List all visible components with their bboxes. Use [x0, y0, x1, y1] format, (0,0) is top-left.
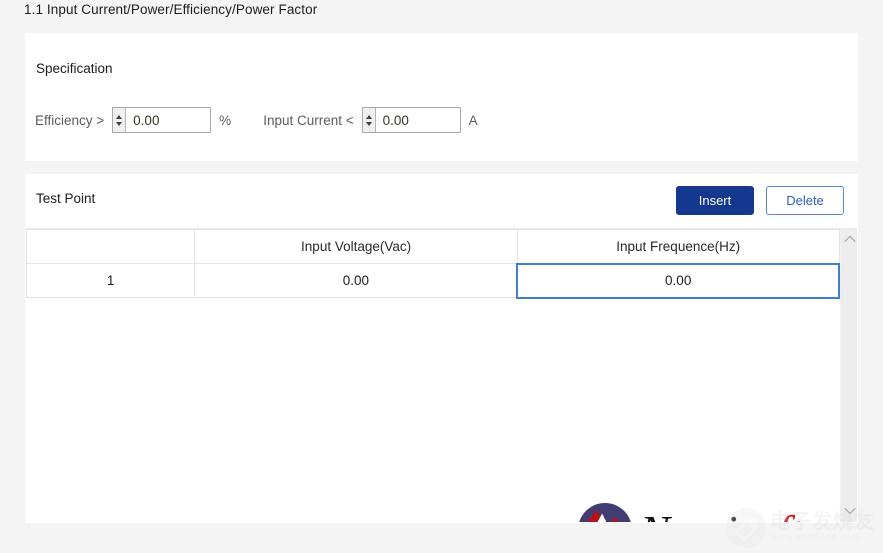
- chevron-up-icon[interactable]: [841, 231, 858, 248]
- input-current-spinner-arrows[interactable]: [362, 108, 376, 132]
- test-point-panel: Test Point Insert Delete Input Voltage(V…: [25, 174, 858, 523]
- triangle-up-icon[interactable]: [365, 114, 372, 119]
- input-current-label: Input Current <: [263, 112, 354, 128]
- efficiency-spinner[interactable]: 0.00: [112, 107, 212, 133]
- logo-word-soft: soft: [737, 506, 803, 522]
- test-point-table: Input Voltage(Vac) Input Frequence(Hz) 1…: [26, 229, 840, 299]
- input-current-spinner[interactable]: 0.00: [361, 107, 461, 133]
- table-header-row: Input Voltage(Vac) Input Frequence(Hz): [26, 229, 840, 264]
- triangle-down-icon[interactable]: [365, 121, 372, 126]
- test-point-actions: Insert Delete: [676, 186, 844, 215]
- column-header-input-voltage[interactable]: Input Voltage(Vac): [194, 229, 518, 264]
- chevron-down-glyph: [843, 502, 856, 514]
- cell-input-voltage[interactable]: 0.00: [194, 263, 518, 298]
- namisoft-wordmark: Namisoft: [640, 506, 803, 522]
- input-current-group: Input Current < 0.00 A: [263, 107, 478, 133]
- efficiency-spinner-arrows[interactable]: [113, 108, 127, 132]
- specification-panel: Specification Efficiency > 0.00 % Input …: [25, 33, 858, 161]
- input-current-input[interactable]: 0.00: [375, 108, 460, 132]
- table-row[interactable]: 1 0.00 0.00: [26, 262, 840, 299]
- test-point-grid-area: Input Voltage(Vac) Input Frequence(Hz) 1…: [26, 229, 840, 522]
- efficiency-unit: %: [219, 112, 232, 128]
- efficiency-label: Efficiency >: [35, 112, 105, 128]
- insert-button[interactable]: Insert: [676, 186, 754, 215]
- specification-fields-row: Efficiency > 0.00 % Input Current < 0.00…: [35, 105, 478, 135]
- chevron-down-icon[interactable]: [841, 501, 858, 518]
- grid-vertical-scrollbar[interactable]: [840, 229, 857, 522]
- namisoft-wave-icon: [574, 499, 636, 522]
- page-title: 1.1 Input Current/Power/Efficiency/Power…: [24, 2, 318, 17]
- test-point-grid-wrapper: Input Voltage(Vac) Input Frequence(Hz) 1…: [26, 228, 857, 522]
- namisoft-logo: Namisoft: [574, 499, 803, 522]
- triangle-down-icon[interactable]: [116, 121, 123, 126]
- efficiency-input[interactable]: 0.00: [126, 108, 211, 132]
- cell-input-frequence[interactable]: 0.00: [516, 262, 840, 299]
- triangle-up-icon[interactable]: [116, 114, 123, 119]
- specification-heading: Specification: [36, 61, 113, 76]
- column-header-index[interactable]: [26, 229, 196, 264]
- logo-word-nami: Nami: [640, 507, 738, 522]
- delete-button[interactable]: Delete: [766, 186, 844, 215]
- column-header-input-frequence[interactable]: Input Frequence(Hz): [516, 229, 840, 264]
- test-point-heading: Test Point: [36, 191, 96, 206]
- watermark-url: www.elecfans.com: [770, 532, 861, 544]
- input-current-unit: A: [468, 112, 478, 128]
- cell-row-index[interactable]: 1: [26, 263, 196, 298]
- chevron-up-glyph: [843, 235, 856, 247]
